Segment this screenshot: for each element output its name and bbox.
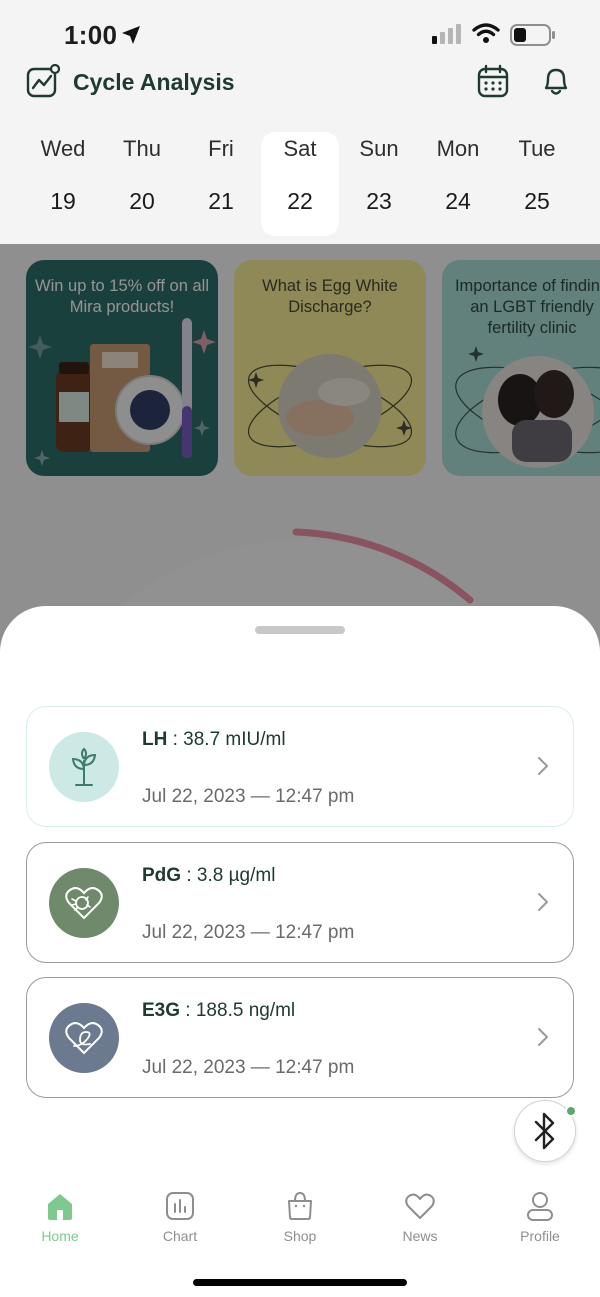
chevron-right-icon bbox=[538, 893, 548, 911]
tab-label: Home bbox=[41, 1228, 79, 1244]
home-icon bbox=[48, 1194, 72, 1220]
status-time: 1:00 bbox=[64, 20, 118, 50]
day-tue[interactable]: Tue 25 bbox=[498, 132, 576, 236]
tab-chart[interactable]: Chart bbox=[120, 1190, 240, 1254]
reading-card-e3g[interactable]: E3G : 188.5 ng/ml Jul 22, 2023 — 12:47 p… bbox=[26, 977, 574, 1098]
day-wed[interactable]: Wed 19 bbox=[24, 132, 102, 236]
tab-label: Profile bbox=[520, 1228, 560, 1244]
notification-bell-icon[interactable] bbox=[540, 64, 572, 98]
sheet-grabber[interactable] bbox=[255, 626, 345, 634]
day-sat-selected[interactable]: Sat 22 bbox=[261, 132, 339, 236]
day-thu[interactable]: Thu 20 bbox=[103, 132, 181, 236]
tab-home[interactable]: Home bbox=[0, 1190, 120, 1254]
reading-value: PdG : 3.8 µg/ml bbox=[142, 865, 275, 887]
hormone-value: : 188.5 ng/ml bbox=[180, 1000, 296, 1021]
person-icon bbox=[527, 1192, 553, 1221]
home-indicator bbox=[193, 1279, 407, 1286]
reading-timestamp: Jul 22, 2023 — 12:47 pm bbox=[142, 786, 355, 807]
tab-label: News bbox=[402, 1228, 438, 1244]
reading-timestamp: Jul 22, 2023 — 12:47 pm bbox=[142, 1057, 355, 1078]
reading-card-lh[interactable]: LH : 38.7 mIU/ml Jul 22, 2023 — 12:47 pm bbox=[26, 706, 574, 827]
page-title: Cycle Analysis bbox=[73, 69, 235, 95]
bag-icon bbox=[288, 1191, 312, 1220]
app-header: Cycle Analysis bbox=[0, 58, 600, 108]
calendar-icon[interactable] bbox=[477, 64, 509, 98]
hormone-value: : 38.7 mIU/ml bbox=[167, 729, 286, 750]
wifi-icon bbox=[472, 23, 500, 43]
bluetooth-icon bbox=[534, 1112, 555, 1150]
tab-label: Chart bbox=[162, 1228, 198, 1244]
tab-label: Shop bbox=[283, 1228, 317, 1244]
chevron-right-icon bbox=[538, 757, 548, 775]
tab-profile[interactable]: Profile bbox=[480, 1190, 600, 1254]
week-day-selector: Wed 19 Thu 20 Fri 21 Sat 22 Sun 23 Mon 24 Tue 2… bbox=[0, 110, 600, 244]
day-mon[interactable]: Mon 24 bbox=[419, 132, 497, 236]
cellular-signal-icon bbox=[432, 24, 461, 44]
bluetooth-connected-indicator bbox=[565, 1105, 577, 1117]
reading-value: LH : 38.7 mIU/ml bbox=[142, 729, 286, 751]
day-fri[interactable]: Fri 21 bbox=[182, 132, 260, 236]
hormone-value: : 3.8 µg/ml bbox=[181, 865, 276, 886]
tab-shop[interactable]: Shop bbox=[240, 1190, 360, 1254]
hormone-name: LH bbox=[142, 729, 168, 750]
chart-icon bbox=[166, 1192, 194, 1220]
location-arrow-icon bbox=[122, 26, 140, 44]
day-sun[interactable]: Sun 23 bbox=[340, 132, 418, 236]
status-bar: 1:00 bbox=[0, 0, 600, 58]
cycle-analysis-icon[interactable] bbox=[26, 64, 60, 98]
heart-icon bbox=[405, 1193, 435, 1219]
sprout-icon bbox=[49, 732, 119, 802]
tab-news[interactable]: News bbox=[360, 1190, 480, 1254]
heart-leaf-icon bbox=[49, 1003, 119, 1073]
reading-card-pdg[interactable]: PdG : 3.8 µg/ml Jul 22, 2023 — 12:47 pm bbox=[26, 842, 574, 963]
heart-egg-icon bbox=[49, 868, 119, 938]
battery-icon bbox=[510, 24, 555, 46]
reading-value: E3G : 188.5 ng/ml bbox=[142, 1000, 295, 1022]
reading-timestamp: Jul 22, 2023 — 12:47 pm bbox=[142, 922, 355, 943]
bottom-tab-bar: Home Chart Shop News Profile bbox=[0, 1180, 600, 1297]
chevron-right-icon bbox=[538, 1028, 548, 1046]
hormone-name: PdG bbox=[142, 865, 182, 886]
hormone-name: E3G bbox=[142, 1000, 181, 1021]
